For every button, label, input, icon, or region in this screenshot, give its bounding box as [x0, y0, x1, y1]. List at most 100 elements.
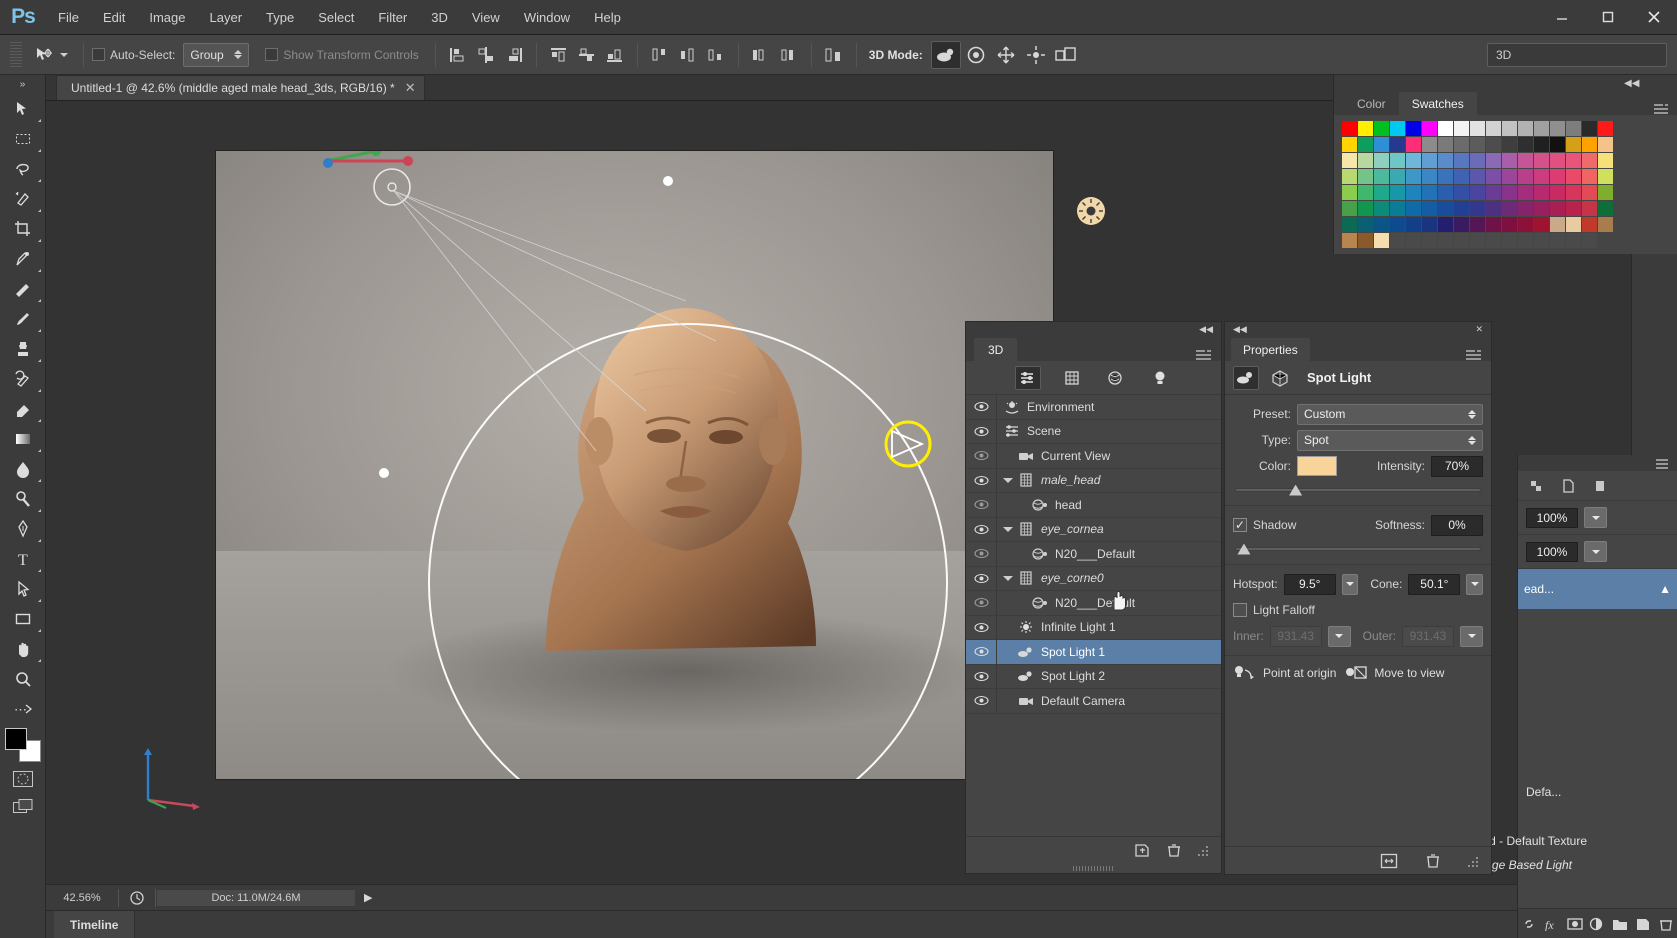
align-horizontal-centers-icon[interactable] [474, 42, 498, 68]
workspace-select[interactable]: 3D [1487, 43, 1667, 67]
distribute-top-icon[interactable] [648, 42, 672, 68]
scene-tree-row[interactable]: eye_cornea [966, 518, 1221, 543]
color-swatch[interactable] [1374, 185, 1389, 200]
show-transform-checkbox[interactable] [265, 48, 278, 61]
color-swatch[interactable] [1550, 217, 1565, 232]
eye-icon[interactable] [966, 646, 996, 657]
align-left-edges-icon[interactable] [446, 42, 470, 68]
new-group-icon[interactable] [1611, 917, 1629, 931]
color-swatch[interactable] [1598, 153, 1613, 168]
color-swatch[interactable] [1598, 201, 1613, 216]
menu-3d[interactable]: 3D [419, 0, 460, 35]
canvas-3d-render[interactable] [216, 151, 1053, 779]
color-swatch[interactable] [1550, 169, 1565, 184]
color-swatch[interactable] [1390, 137, 1405, 152]
scene-tree-row[interactable]: Current View [966, 444, 1221, 469]
menu-layer[interactable]: Layer [198, 0, 255, 35]
color-swatch[interactable] [1438, 201, 1453, 216]
tool-shape[interactable] [3, 604, 43, 634]
lock-position-icon[interactable] [1592, 478, 1608, 494]
color-swatch[interactable] [1470, 201, 1485, 216]
color-swatch[interactable] [1486, 217, 1501, 232]
tool-healing-brush[interactable] [3, 274, 43, 304]
color-swatch[interactable] [1422, 185, 1437, 200]
shadow-checkbox[interactable]: ✓ [1233, 518, 1247, 532]
color-swatch[interactable] [1502, 153, 1517, 168]
distribute-hcenter-icon[interactable] [777, 42, 801, 68]
color-swatch[interactable] [1502, 233, 1517, 248]
options-bar-grip[interactable] [10, 42, 22, 68]
color-swatch[interactable] [1390, 169, 1405, 184]
move-to-view-button[interactable]: Move to view [1344, 664, 1444, 682]
scene-tree-row[interactable]: N20___Default [966, 591, 1221, 616]
color-swatch[interactable] [1534, 153, 1549, 168]
color-swatch[interactable] [1550, 153, 1565, 168]
color-swatch[interactable] [1374, 153, 1389, 168]
opacity-dropdown-icon[interactable] [1584, 507, 1607, 528]
color-swatch[interactable] [1470, 121, 1485, 136]
color-swatch[interactable] [1470, 185, 1485, 200]
mode3d-roll-button[interactable] [961, 41, 991, 69]
color-swatch[interactable] [1582, 169, 1597, 184]
mode3d-rotate-button[interactable] [931, 41, 961, 69]
tab-timeline[interactable]: Timeline [54, 911, 135, 938]
color-swatch[interactable] [1358, 137, 1373, 152]
tool-quick-selection[interactable] [3, 184, 43, 214]
align-top-edges-icon[interactable] [547, 42, 571, 68]
color-swatch[interactable] [1534, 137, 1549, 152]
layers-panel-menu-icon[interactable] [1518, 455, 1677, 471]
scene-tree-row[interactable]: eye_corne0 [966, 567, 1221, 592]
color-swatch[interactable] [1566, 201, 1581, 216]
intensity-value[interactable]: 70% [1431, 456, 1483, 477]
light-properties-tab-icon[interactable] [1233, 366, 1259, 390]
auto-select-scope-select[interactable]: Group [183, 43, 249, 67]
color-swatch[interactable] [1470, 233, 1485, 248]
tool-pen[interactable] [3, 514, 43, 544]
color-swatch[interactable] [1358, 233, 1373, 248]
color-swatch[interactable] [1550, 201, 1565, 216]
color-swatch[interactable] [1374, 233, 1389, 248]
zoom-level[interactable]: 42.56% [46, 892, 118, 904]
align-bottom-edges-icon[interactable] [603, 42, 627, 68]
eye-icon[interactable] [966, 622, 996, 633]
color-swatch[interactable] [1470, 169, 1485, 184]
color-swatch[interactable] [1390, 201, 1405, 216]
eye-icon[interactable] [966, 548, 996, 559]
scene-tree-row[interactable]: Default Camera [966, 689, 1221, 714]
tab-3d[interactable]: 3D [974, 338, 1017, 361]
color-swatch[interactable] [1438, 233, 1453, 248]
quick-mask-toggle[interactable] [10, 768, 36, 790]
lock-transparency-icon[interactable] [1528, 478, 1544, 494]
color-swatch[interactable] [1502, 185, 1517, 200]
filter-light-icon[interactable] [1147, 366, 1173, 390]
color-swatch[interactable] [1486, 185, 1501, 200]
opacity-value[interactable]: 100% [1526, 508, 1578, 528]
color-swatch[interactable] [1342, 121, 1357, 136]
scene-tree-row[interactable]: Spot Light 1 [966, 640, 1221, 665]
color-swatch[interactable] [1518, 137, 1533, 152]
color-swatch[interactable] [1534, 121, 1549, 136]
color-swatch[interactable] [1438, 169, 1453, 184]
color-swatch[interactable] [1566, 217, 1581, 232]
color-swatch[interactable] [1470, 153, 1485, 168]
mode3d-slide-button[interactable] [1021, 41, 1051, 69]
color-swatch[interactable] [1550, 121, 1565, 136]
color-swatch[interactable] [1454, 233, 1469, 248]
outer-dropdown-icon[interactable] [1460, 626, 1483, 647]
menu-select[interactable]: Select [306, 0, 366, 35]
color-swatch[interactable] [1518, 217, 1533, 232]
tool-blur[interactable] [3, 454, 43, 484]
color-swatch[interactable] [1582, 185, 1597, 200]
color-swatch[interactable] [1374, 169, 1389, 184]
status-menu-icon[interactable] [119, 890, 155, 906]
color-swatch[interactable] [1566, 137, 1581, 152]
link-layers-icon[interactable] [1520, 917, 1538, 931]
tool-brush[interactable] [3, 304, 43, 334]
color-swatch[interactable] [1422, 121, 1437, 136]
menu-window[interactable]: Window [512, 0, 582, 35]
color-swatch[interactable] [1406, 137, 1421, 152]
color-swatch[interactable] [1566, 169, 1581, 184]
tool-hand[interactable] [3, 634, 43, 664]
type-select[interactable]: Spot [1297, 430, 1483, 451]
align-vertical-centers-icon[interactable] [575, 42, 599, 68]
